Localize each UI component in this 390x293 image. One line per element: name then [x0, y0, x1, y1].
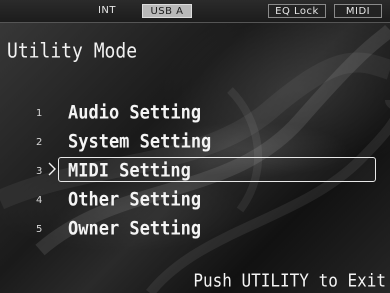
menu-item-system-setting[interactable]: 2 System Setting	[0, 131, 390, 155]
menu-item-label: Owner Setting	[68, 218, 202, 240]
menu-item-label: System Setting	[68, 131, 212, 153]
utility-mode-screen: INT USB A EQ Lock MIDI Utility Mode 1 Au…	[0, 0, 390, 293]
eq-lock-indicator: EQ Lock	[268, 4, 326, 18]
menu-item-owner-setting[interactable]: 5 Owner Setting	[0, 218, 390, 242]
menu-item-number: 4	[36, 195, 43, 206]
menu-item-label: Audio Setting	[68, 102, 202, 124]
menu-item-other-setting[interactable]: 4 Other Setting	[0, 189, 390, 213]
page-title: Utility Mode	[7, 39, 138, 64]
menu-item-number: 3	[36, 166, 43, 177]
menu-item-midi-setting[interactable]: 3 MIDI Setting	[0, 160, 390, 184]
menu-item-number: 5	[36, 224, 43, 235]
exit-hint: Push UTILITY to Exit	[193, 270, 386, 291]
midi-indicator: MIDI	[334, 4, 382, 18]
menu-item-audio-setting[interactable]: 1 Audio Setting	[0, 102, 390, 126]
usb-a-indicator: USB A	[142, 4, 192, 18]
status-bar: INT USB A EQ Lock MIDI	[0, 0, 390, 23]
int-indicator: INT	[97, 5, 117, 16]
menu-item-label: Other Setting	[68, 189, 202, 211]
menu-item-label: MIDI Setting	[68, 160, 191, 182]
menu-item-number: 1	[36, 108, 43, 119]
menu-item-number: 2	[36, 137, 43, 148]
